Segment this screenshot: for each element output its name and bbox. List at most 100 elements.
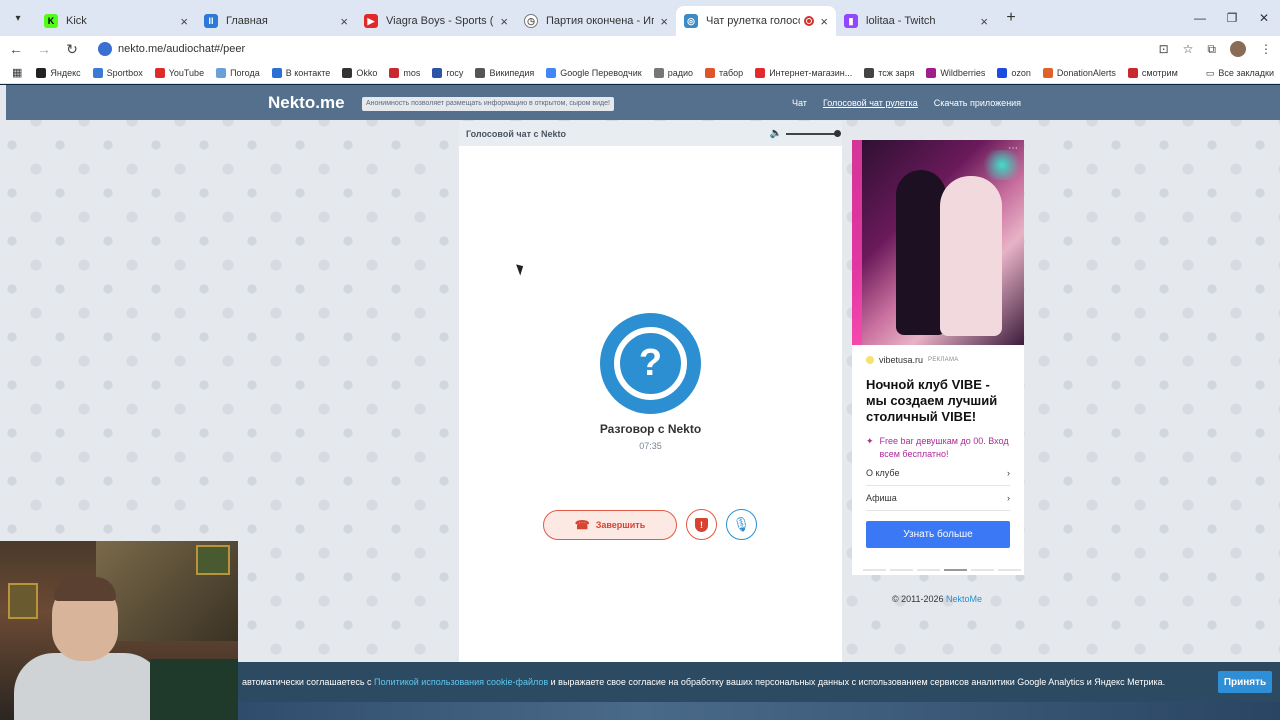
bookmark-item[interactable]: mos bbox=[389, 67, 420, 78]
new-tab-button[interactable]: + bbox=[996, 9, 1026, 27]
bookmark-label: Wildberries bbox=[940, 67, 986, 78]
bookmark-item[interactable]: табор bbox=[704, 67, 743, 78]
volume-slider[interactable] bbox=[786, 129, 841, 137]
carousel-dot[interactable] bbox=[917, 569, 940, 571]
reload-icon[interactable]: ↻ bbox=[60, 41, 84, 58]
ad-link-afisha[interactable]: Афиша › bbox=[866, 486, 1010, 511]
carousel-dot-active[interactable] bbox=[944, 569, 967, 571]
carousel-dot[interactable] bbox=[971, 569, 994, 571]
extensions-icon[interactable]: ⧉ bbox=[1207, 42, 1216, 57]
cookie-banner: автоматически соглашаетесь с Политикой и… bbox=[238, 662, 1280, 702]
bookmark-item[interactable]: Wildberries bbox=[926, 67, 986, 78]
tab-kick[interactable]: K Kick × bbox=[36, 6, 196, 36]
bookmark-icon bbox=[546, 67, 557, 78]
address-bar[interactable]: nekto.me/audiochat#/peer bbox=[90, 38, 1100, 60]
ad-domain[interactable]: vibetusa.ru РЕКЛАМА bbox=[866, 355, 1024, 365]
mic-button[interactable]: 🎙 bbox=[726, 509, 757, 540]
bookmark-item[interactable]: Sportbox bbox=[92, 67, 143, 78]
bookmark-star-icon[interactable]: ☆ bbox=[1183, 42, 1194, 56]
site-info-icon[interactable] bbox=[98, 42, 112, 56]
ad-link-about[interactable]: О клубе › bbox=[866, 461, 1010, 486]
all-bookmarks[interactable]: ▭ Все закладки bbox=[1206, 62, 1274, 84]
bookmark-item[interactable]: ozon bbox=[997, 67, 1031, 78]
back-icon[interactable]: ← bbox=[4, 41, 28, 57]
close-tab-icon[interactable]: × bbox=[180, 14, 188, 29]
apps-icon[interactable]: ▦ bbox=[12, 66, 22, 79]
bookmark-item[interactable]: госу bbox=[432, 67, 463, 78]
forward-icon[interactable]: → bbox=[32, 41, 56, 57]
ad-image-neon bbox=[852, 140, 862, 345]
bookmark-item[interactable]: тсж заря bbox=[864, 67, 914, 78]
call-actions: ☎ Завершить ! 🎙 bbox=[543, 509, 757, 540]
carousel-dot[interactable] bbox=[998, 569, 1021, 571]
bookmark-item[interactable]: В контакте bbox=[271, 67, 330, 78]
volume-control[interactable]: 🔈 bbox=[770, 121, 841, 146]
bookmark-label: Википедия bbox=[489, 67, 535, 78]
volume-knob[interactable] bbox=[834, 129, 841, 137]
ad-domain-text: vibetusa.ru bbox=[879, 355, 924, 365]
accept-cookie-button[interactable]: Принять bbox=[1218, 671, 1272, 693]
bookmark-item[interactable]: Википедия bbox=[475, 67, 535, 78]
tab-nekto[interactable]: ◎ Чат рулетка голосовая — × bbox=[676, 6, 836, 36]
menu-icon[interactable]: ⋮ bbox=[1260, 42, 1272, 56]
call-timer: 07:35 bbox=[639, 441, 662, 451]
bookmark-item[interactable]: Яндекс bbox=[36, 67, 81, 78]
nekto-icon: ◎ bbox=[684, 14, 698, 28]
speaker-icon[interactable]: 🔈 bbox=[770, 128, 782, 139]
ad-title[interactable]: Ночной клуб VIBE - мы создаем лучший сто… bbox=[866, 377, 1010, 425]
bookmark-item[interactable]: смотрим bbox=[1127, 67, 1178, 78]
tab-title: lolitaa - Twitch bbox=[866, 15, 936, 27]
webcam-person-hair bbox=[54, 577, 116, 601]
bookmark-icon bbox=[755, 67, 766, 78]
ad-cta-button[interactable]: Узнать больше bbox=[866, 521, 1010, 548]
install-icon[interactable]: ⊡ bbox=[1159, 42, 1169, 56]
minimize-icon[interactable]: — bbox=[1184, 0, 1216, 36]
profile-avatar[interactable] bbox=[1230, 41, 1246, 57]
restore-icon[interactable]: ❐ bbox=[1216, 0, 1248, 36]
tab-glavnaya[interactable]: ll Главная × bbox=[196, 6, 356, 36]
bookmark-item[interactable]: Google Переводчик bbox=[546, 67, 642, 78]
site-logo[interactable]: Nekto.me bbox=[268, 93, 345, 113]
close-window-icon[interactable]: ✕ bbox=[1248, 0, 1280, 36]
tab-search-icon[interactable]: ▾ bbox=[0, 0, 36, 36]
report-button[interactable]: ! bbox=[686, 509, 717, 540]
tab-game[interactable]: ◷ Партия окончена - Игра molek × bbox=[516, 6, 676, 36]
close-tab-icon[interactable]: × bbox=[820, 14, 828, 29]
tab-strip: ▾ K Kick × ll Главная × ▶ Viagra Boys - … bbox=[0, 0, 1280, 36]
close-tab-icon[interactable]: × bbox=[340, 14, 348, 29]
ad-promo: ✦ Free bar девушкам до 00. Вход всем бес… bbox=[866, 435, 1010, 461]
carousel-dot[interactable] bbox=[890, 569, 913, 571]
bookmark-label: Погода bbox=[230, 67, 260, 78]
bookmark-item[interactable]: YouTube bbox=[154, 67, 204, 78]
clock-icon: ◷ bbox=[524, 14, 538, 28]
nav-voice-chat[interactable]: Голосовой чат рулетка bbox=[823, 98, 918, 108]
bookmark-item[interactable]: Okko bbox=[342, 67, 377, 78]
close-tab-icon[interactable]: × bbox=[500, 14, 508, 29]
bookmark-item[interactable]: Интернет-магазин... bbox=[755, 67, 852, 78]
youtube-icon: ▶ bbox=[364, 14, 378, 28]
bookmark-icon bbox=[216, 67, 227, 78]
copyright-link[interactable]: NektoMe bbox=[946, 594, 982, 604]
shield-alert-icon: ! bbox=[695, 517, 708, 532]
nav-download-apps[interactable]: Скачать приложения bbox=[934, 98, 1021, 108]
end-call-button[interactable]: ☎ Завершить bbox=[543, 509, 677, 540]
carousel-dot[interactable] bbox=[863, 569, 886, 571]
ad-more-icon[interactable]: ⋯ bbox=[1008, 143, 1018, 154]
bookmark-label: Sportbox bbox=[106, 67, 143, 78]
tab-youtube[interactable]: ▶ Viagra Boys - Sports (Official Vi × bbox=[356, 6, 516, 36]
cookie-policy-link[interactable]: Политикой использования cookie-файлов bbox=[374, 677, 548, 687]
ad-banner[interactable]: ⋯ vibetusa.ru РЕКЛАМА Ночной клуб VIBE -… bbox=[852, 140, 1024, 575]
toolbar-actions: ⊡ ☆ ⧉ ⋮ bbox=[1159, 36, 1272, 62]
close-tab-icon[interactable]: × bbox=[980, 14, 988, 29]
bookmark-item[interactable]: радио bbox=[653, 67, 693, 78]
ad-image[interactable]: ⋯ bbox=[852, 140, 1024, 345]
end-call-label: Завершить bbox=[595, 519, 646, 530]
bookmark-item[interactable]: Погода bbox=[216, 67, 260, 78]
tab-twitch[interactable]: ▮ lolitaa - Twitch × bbox=[836, 6, 996, 36]
nav-chat[interactable]: Чат bbox=[792, 98, 807, 108]
chat-header: Голосовой чат с Nekto 🔈 bbox=[459, 121, 842, 146]
bookmark-item[interactable]: DonationAlerts bbox=[1042, 67, 1116, 78]
close-tab-icon[interactable]: × bbox=[660, 14, 668, 29]
anon-note: Анонимность позволяет размещать информац… bbox=[362, 97, 614, 111]
sparkle-icon: ✦ bbox=[866, 436, 874, 446]
